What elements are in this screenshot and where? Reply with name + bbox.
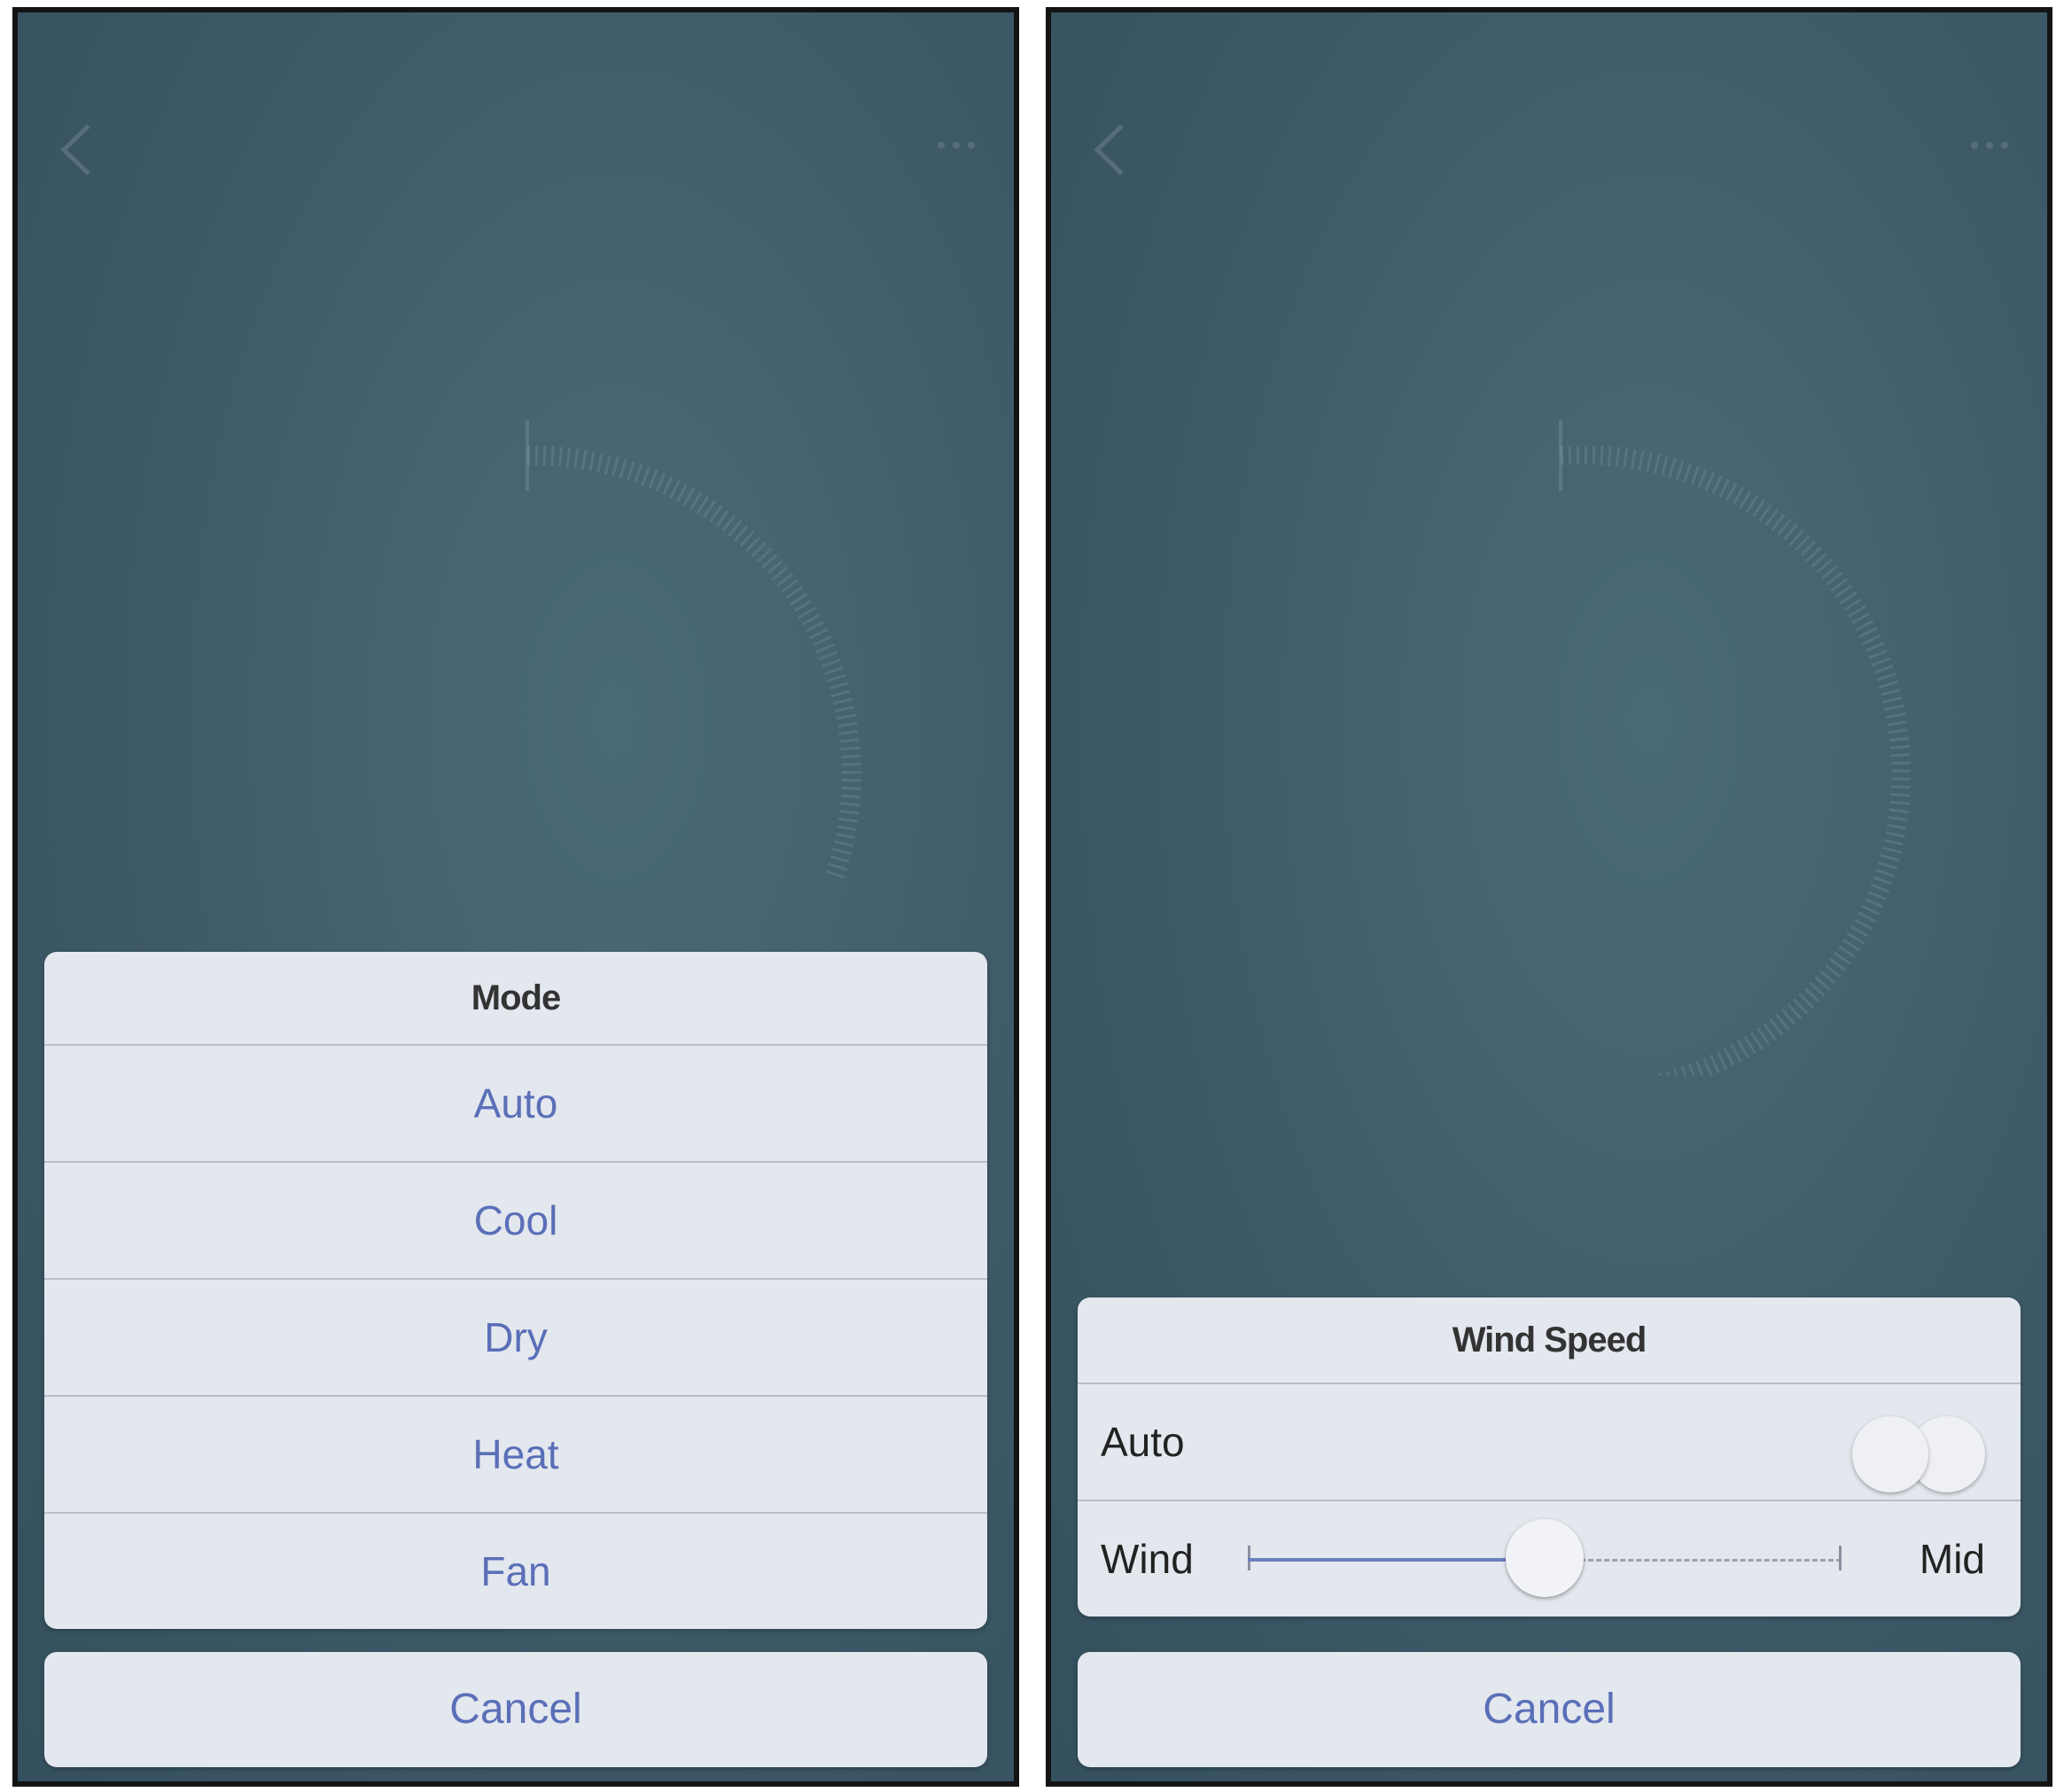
slider-empty-track <box>1580 1559 1842 1562</box>
wind-label: Wind <box>1101 1536 1194 1582</box>
mode-option-dry[interactable]: Dry <box>44 1278 987 1395</box>
status-bar <box>53 39 978 66</box>
slider-max-tick <box>1839 1546 1842 1570</box>
wind-value: Mid <box>1919 1536 1985 1582</box>
wind-row: Wind Mid <box>1078 1500 2021 1617</box>
mode-option-auto[interactable]: Auto <box>44 1044 987 1161</box>
temperature-dial <box>1559 420 1912 1076</box>
more-icon[interactable] <box>1967 136 2012 154</box>
mode-option-heat[interactable]: Heat <box>44 1395 987 1512</box>
mode-cancel-button[interactable]: Cancel <box>44 1652 987 1767</box>
mode-action-sheet: Mode Auto Cool Dry Heat Fan <box>44 952 987 1629</box>
mode-option-fan[interactable]: Fan <box>44 1512 987 1629</box>
wind-speed-slider[interactable] <box>1248 1519 1842 1597</box>
slider-thumb[interactable] <box>1506 1519 1584 1597</box>
auto-label: Auto <box>1101 1419 1185 1465</box>
auto-toggle[interactable] <box>1852 1416 1985 1492</box>
more-icon[interactable] <box>934 136 978 154</box>
wind-sheet-title: Wind Speed <box>1452 1321 1647 1360</box>
toggle-knob <box>1852 1416 1928 1492</box>
mode-sheet-title: Mode <box>471 978 561 1017</box>
wind-cancel-button[interactable]: Cancel <box>1078 1652 2021 1767</box>
wind-speed-sheet: Wind Speed Auto Wind Mid <box>1078 1297 2021 1617</box>
phone-screen-mode: Mode Auto Cool Dry Heat Fan Cancel <box>12 7 1019 1787</box>
chevron-left-icon[interactable] <box>1086 119 1131 181</box>
slider-filled-track <box>1248 1558 1545 1562</box>
status-bar <box>1086 39 2012 66</box>
mode-option-cool[interactable]: Cool <box>44 1161 987 1278</box>
chevron-left-icon[interactable] <box>53 119 97 181</box>
auto-row: Auto <box>1078 1383 2021 1500</box>
phone-screen-wind-speed: Wind Speed Auto Wind Mid Cancel <box>1046 7 2052 1787</box>
